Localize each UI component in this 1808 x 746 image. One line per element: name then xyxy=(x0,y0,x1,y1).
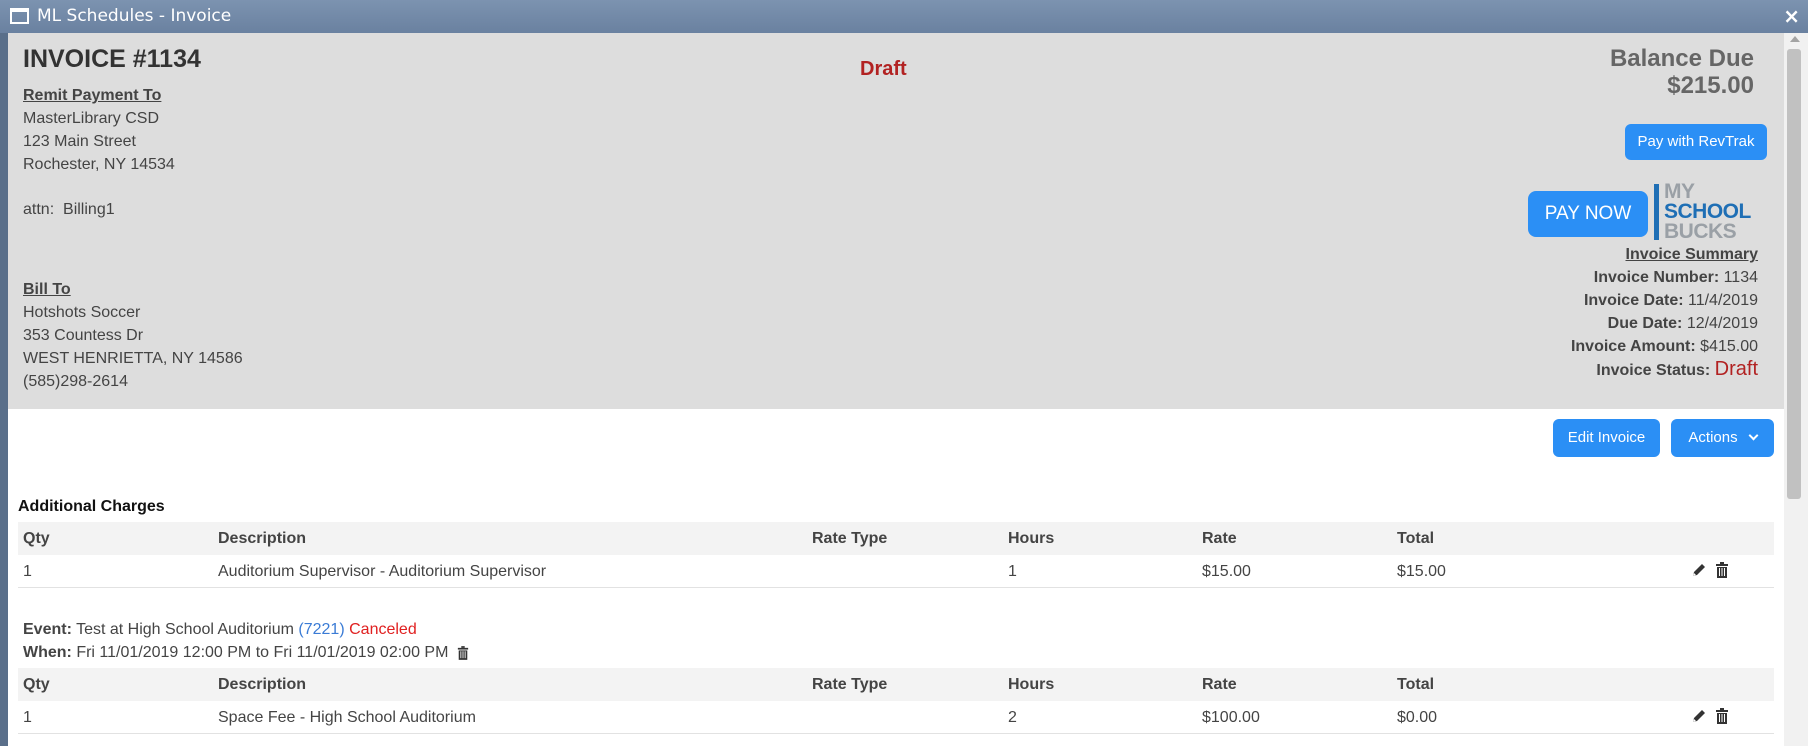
scroll-up-arrow-icon[interactable] xyxy=(1790,36,1800,42)
window-titlebar: ML Schedules - Invoice × xyxy=(0,0,1808,33)
close-icon[interactable]: × xyxy=(1783,4,1800,28)
vertical-scrollbar[interactable] xyxy=(1784,33,1808,746)
col-rate-type: Rate Type xyxy=(812,676,888,693)
trash-icon[interactable] xyxy=(1715,707,1729,724)
pay-with-revtrak-button[interactable]: Pay with RevTrak xyxy=(1625,124,1767,160)
col-description: Description xyxy=(218,676,307,693)
cell-rate: $15.00 xyxy=(1202,563,1251,580)
col-rate: Rate xyxy=(1202,676,1237,693)
row-actions xyxy=(1691,561,1729,579)
table-header: Qty Description Rate Type Hours Rate Tot… xyxy=(18,668,1774,701)
remit-attn: attn: Billing1 xyxy=(23,201,115,218)
balance-due-amount: $215.00 xyxy=(1667,72,1754,99)
cell-description: Auditorium Supervisor - Auditorium Super… xyxy=(218,563,547,580)
invoice-header-panel: INVOICE #1134 Draft Remit Payment To Mas… xyxy=(8,33,1784,409)
window-icon xyxy=(10,8,29,24)
edit-invoice-button[interactable]: Edit Invoice xyxy=(1553,419,1660,457)
bill-to-label: Bill To xyxy=(23,281,71,298)
col-total: Total xyxy=(1397,676,1435,693)
pay-now-button[interactable]: PAY NOW xyxy=(1528,191,1648,237)
remit-label: Remit Payment To xyxy=(23,87,162,104)
event-id-link[interactable]: (7221) xyxy=(298,621,344,638)
cell-qty: 1 xyxy=(23,709,32,726)
event-info: Event: Test at High School Auditorium (7… xyxy=(23,618,469,664)
cell-qty: 1 xyxy=(23,563,32,580)
additional-charges-table: Qty Description Rate Type Hours Rate Tot… xyxy=(18,522,1774,588)
summary-invoice-date: Invoice Date: 11/4/2019 xyxy=(1583,292,1758,309)
bill-to-street: 353 Countess Dr xyxy=(23,327,144,344)
summary-invoice-status: Invoice Status: Draft xyxy=(1596,358,1758,380)
logo-line-3: BUCKS xyxy=(1664,220,1737,243)
invoice-summary-heading: Invoice Summary xyxy=(1625,246,1759,263)
col-rate-type: Rate Type xyxy=(812,530,888,547)
chevron-down-icon xyxy=(1748,430,1759,441)
invoice-content: INVOICE #1134 Draft Remit Payment To Mas… xyxy=(8,33,1784,746)
col-qty: Qty xyxy=(23,530,50,547)
remit-city: Rochester, NY 14534 xyxy=(23,156,175,173)
scrollbar-thumb[interactable] xyxy=(1787,49,1801,499)
event-status: Canceled xyxy=(349,621,417,638)
summary-due-date: Due Date: 12/4/2019 xyxy=(1607,315,1758,332)
bill-to-block: Bill To Hotshots Soccer 353 Countess Dr … xyxy=(23,278,243,393)
invoice-summary: Invoice Summary Invoice Number: 1134 Inv… xyxy=(1571,243,1758,382)
summary-invoice-amount: Invoice Amount: $415.00 xyxy=(1570,338,1758,355)
actions-dropdown-button[interactable]: Actions xyxy=(1671,419,1774,457)
logo-bar xyxy=(1654,184,1659,240)
additional-charges-title: Additional Charges xyxy=(18,498,165,515)
event-charges-table: Qty Description Rate Type Hours Rate Tot… xyxy=(18,668,1774,734)
summary-invoice-number: Invoice Number: 1134 xyxy=(1593,269,1758,286)
cell-hours: 2 xyxy=(1008,709,1017,726)
cell-description: Space Fee - High School Auditorium xyxy=(218,709,476,726)
when-line: When: Fri 11/01/2019 12:00 PM to Fri 11/… xyxy=(23,641,469,664)
trash-icon[interactable] xyxy=(457,645,469,660)
event-name: Test at High School Auditorium xyxy=(76,621,294,638)
cell-rate: $100.00 xyxy=(1202,709,1260,726)
col-description: Description xyxy=(218,530,307,547)
bill-to-phone: (585)298-2614 xyxy=(23,373,128,390)
table-header: Qty Description Rate Type Hours Rate Tot… xyxy=(18,522,1774,555)
row-actions xyxy=(1691,707,1729,725)
logo-line-2: SCHOOL xyxy=(1664,200,1751,223)
myschoolbucks-logo: MY SCHOOL BUCKS xyxy=(1654,180,1774,243)
bill-to-city: WEST HENRIETTA, NY 14586 xyxy=(23,350,243,367)
invoice-title: INVOICE #1134 xyxy=(23,45,201,73)
cell-hours: 1 xyxy=(1008,563,1017,580)
remit-name: MasterLibrary CSD xyxy=(23,110,160,127)
table-row: 1 Auditorium Supervisor - Auditorium Sup… xyxy=(18,555,1774,588)
pencil-icon[interactable] xyxy=(1691,708,1707,724)
col-hours: Hours xyxy=(1008,530,1055,547)
event-line: Event: Test at High School Auditorium (7… xyxy=(23,621,417,638)
col-rate: Rate xyxy=(1202,530,1237,547)
remit-payment-block: Remit Payment To MasterLibrary CSD 123 M… xyxy=(23,84,175,221)
pencil-icon[interactable] xyxy=(1691,562,1707,578)
draft-status-banner: Draft xyxy=(860,58,907,80)
table-row: 1 Space Fee - High School Auditorium 2 $… xyxy=(18,701,1774,734)
actions-label: Actions xyxy=(1688,429,1738,446)
remit-street: 123 Main Street xyxy=(23,133,136,150)
trash-icon[interactable] xyxy=(1715,561,1729,578)
window-title: ML Schedules - Invoice xyxy=(37,6,232,26)
col-qty: Qty xyxy=(23,676,50,693)
logo-line-1: MY xyxy=(1664,180,1695,203)
balance-due-label: Balance Due xyxy=(1609,45,1754,72)
event-when: Fri 11/01/2019 12:00 PM to Fri 11/01/201… xyxy=(76,644,449,661)
col-total: Total xyxy=(1397,530,1435,547)
cell-total: $15.00 xyxy=(1397,563,1446,580)
bill-to-name: Hotshots Soccer xyxy=(23,304,141,321)
col-hours: Hours xyxy=(1008,676,1055,693)
cell-total: $0.00 xyxy=(1397,709,1438,726)
